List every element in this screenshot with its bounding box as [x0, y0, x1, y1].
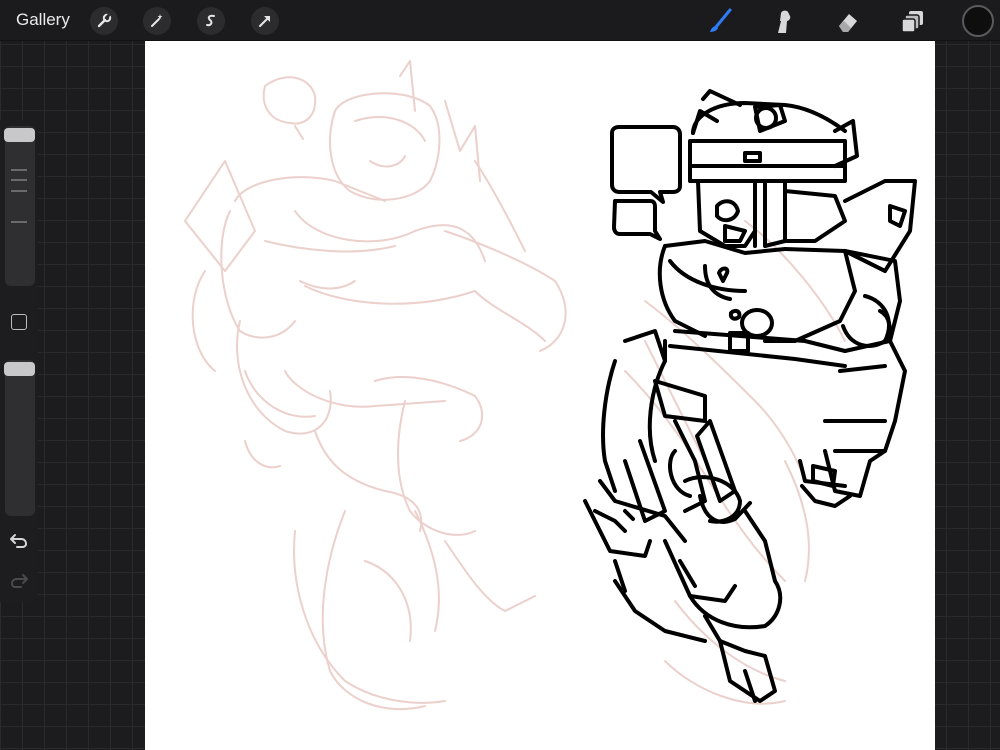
redo-icon[interactable]: [9, 570, 29, 590]
brush-opacity-slider[interactable]: [5, 360, 35, 516]
top-toolbar: Gallery: [0, 0, 1000, 41]
left-sidebar: [0, 120, 38, 602]
drawing-canvas[interactable]: [145, 41, 935, 750]
modify-button[interactable]: [11, 314, 27, 330]
gallery-button[interactable]: Gallery: [16, 10, 70, 30]
selection-icon[interactable]: [197, 7, 225, 35]
size-tick: [11, 169, 27, 171]
size-tick: [11, 190, 27, 192]
layers-icon[interactable]: [898, 6, 928, 36]
brush-size-slider[interactable]: [5, 126, 35, 286]
brush-opacity-thumb[interactable]: [4, 362, 35, 376]
brush-size-thumb[interactable]: [4, 128, 35, 142]
artwork-svg: [184, 60, 917, 711]
size-tick: [11, 179, 27, 181]
eraser-icon[interactable]: [833, 6, 863, 36]
current-color-swatch[interactable]: [962, 5, 994, 37]
undo-icon[interactable]: [9, 530, 29, 550]
smudge-icon[interactable]: [768, 6, 798, 36]
brush-icon[interactable]: [705, 6, 735, 36]
size-tick: [11, 221, 27, 223]
adjustments-wand-icon[interactable]: [143, 7, 171, 35]
actions-wrench-icon[interactable]: [90, 7, 118, 35]
transform-arrow-icon[interactable]: [251, 7, 279, 35]
